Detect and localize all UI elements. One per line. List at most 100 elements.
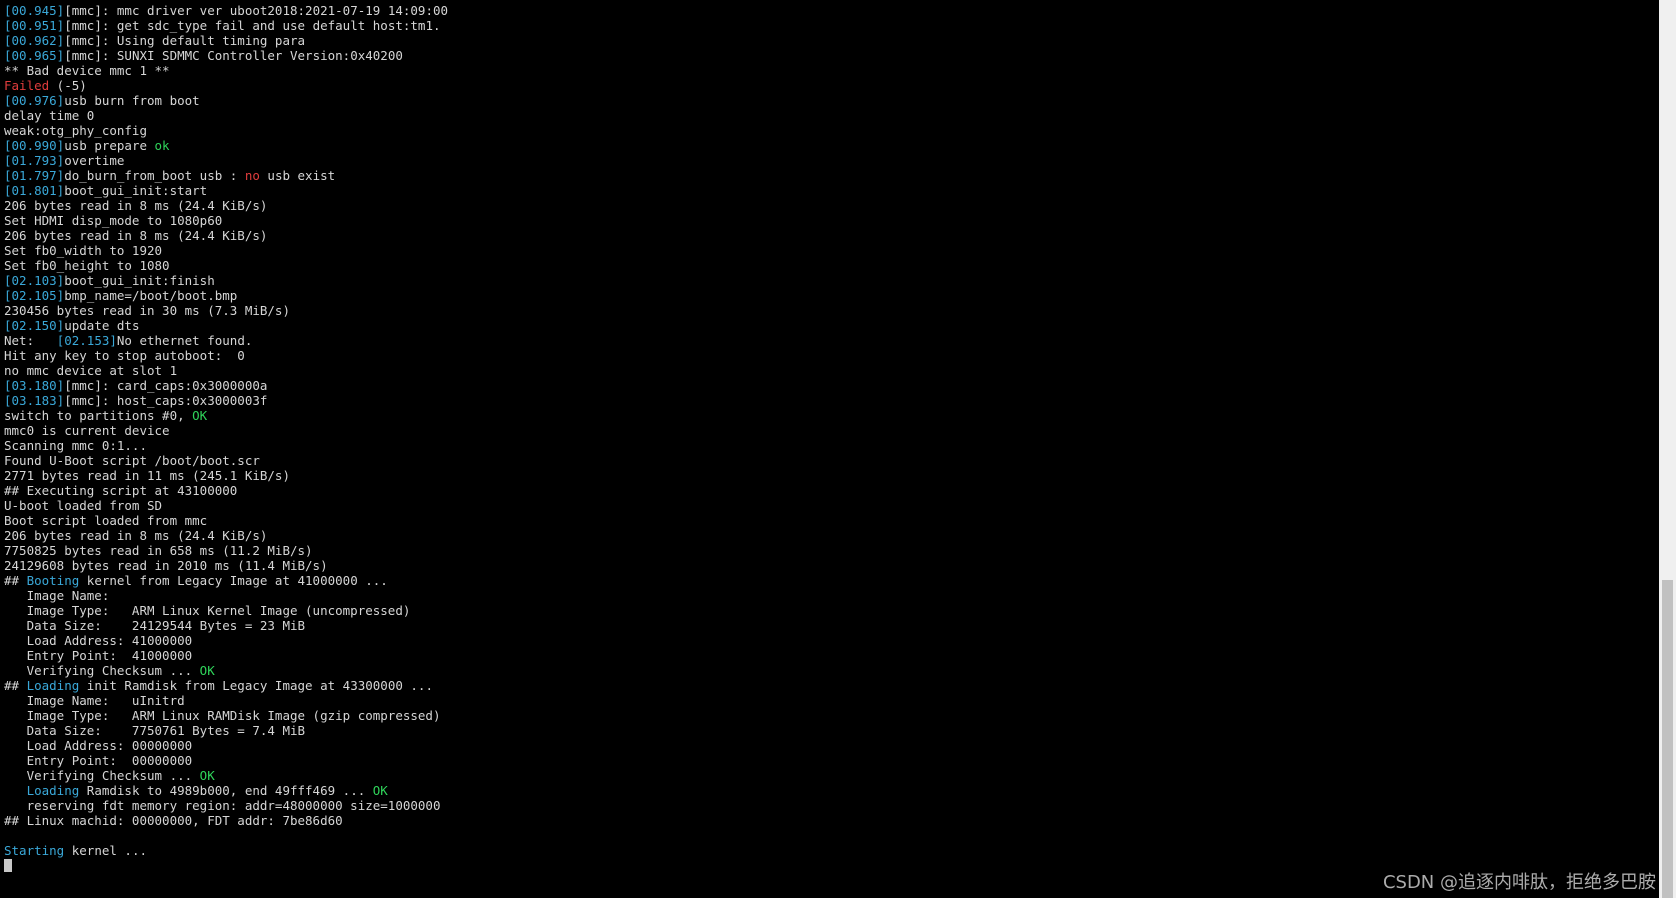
line-text: Verifying Checksum ... xyxy=(4,768,200,783)
line-text: usb exist xyxy=(259,168,336,183)
terminal-line: ** Bad device mmc 1 ** xyxy=(4,63,1628,78)
line-text: usb burn from boot xyxy=(64,93,200,108)
line-text: [mmc]: Using default timing para xyxy=(64,33,306,48)
line-text: no mmc device at slot 1 xyxy=(4,363,178,378)
line-text: Verifying Checksum ... xyxy=(4,663,200,678)
line-text: OK xyxy=(199,768,215,783)
line-text: delay time 0 xyxy=(4,108,95,123)
vertical-scrollbar[interactable] xyxy=(1659,0,1676,898)
line-text: Failed xyxy=(4,78,50,93)
timestamp: [03.180] xyxy=(4,378,65,393)
line-text: mmc0 is current device xyxy=(4,423,170,438)
terminal-line: [00.965][mmc]: SUNXI SDMMC Controller Ve… xyxy=(4,48,1628,63)
terminal-line: 2771 bytes read in 11 ms (245.1 KiB/s) xyxy=(4,468,1628,483)
line-text: Set fb0_width to 1920 xyxy=(4,243,163,258)
terminal-line: Verifying Checksum ... OK xyxy=(4,768,1628,783)
terminal-line: Boot script loaded from mmc xyxy=(4,513,1628,528)
terminal-line: [01.801]boot_gui_init:start xyxy=(4,183,1628,198)
terminal-line: Loading Ramdisk to 4989b000, end 49fff46… xyxy=(4,783,1628,798)
line-text: Data Size: 24129544 Bytes = 23 MiB xyxy=(4,618,306,633)
line-text: Loading xyxy=(26,678,80,693)
terminal-line: reserving fdt memory region: addr=480000… xyxy=(4,798,1628,813)
terminal-line: no mmc device at slot 1 xyxy=(4,363,1628,378)
terminal-line: [01.793]overtime xyxy=(4,153,1628,168)
line-text: ok xyxy=(154,138,170,153)
line-text: ** Bad device mmc 1 ** xyxy=(4,63,170,78)
terminal-line: U-boot loaded from SD xyxy=(4,498,1628,513)
line-text: Image Type: ARM Linux Kernel Image (unco… xyxy=(4,603,411,618)
terminal-line: [00.945][mmc]: mmc driver ver uboot2018:… xyxy=(4,3,1628,18)
line-text: OK xyxy=(372,783,388,798)
timestamp: [00.951] xyxy=(4,18,65,33)
terminal-line: Found U-Boot script /boot/boot.scr xyxy=(4,453,1628,468)
scrollbar-thumb[interactable] xyxy=(1662,580,1673,898)
line-text: usb prepare xyxy=(64,138,155,153)
line-text: update dts xyxy=(64,318,140,333)
line-text: 24129608 bytes read in 2010 ms (11.4 MiB… xyxy=(4,558,328,573)
terminal-line: [02.150]update dts xyxy=(4,318,1628,333)
terminal-line: Set fb0_height to 1080 xyxy=(4,258,1628,273)
timestamp: [00.962] xyxy=(4,33,65,48)
terminal-output[interactable]: [00.945][mmc]: mmc driver ver uboot2018:… xyxy=(0,0,1628,898)
terminal-line: [00.962][mmc]: Using default timing para xyxy=(4,33,1628,48)
terminal-line: 24129608 bytes read in 2010 ms (11.4 MiB… xyxy=(4,558,1628,573)
line-text: [mmc]: host_caps:0x3000003f xyxy=(64,393,268,408)
terminal-line: Entry Point: 41000000 xyxy=(4,648,1628,663)
line-text: Ramdisk to 4989b000, end 49fff469 ... xyxy=(79,783,373,798)
line-text: Found U-Boot script /boot/boot.scr xyxy=(4,453,260,468)
line-text: Scanning mmc 0:1... xyxy=(4,438,147,453)
terminal-line: Set HDMI disp_mode to 1080p60 xyxy=(4,213,1628,228)
timestamp: [00.976] xyxy=(4,93,65,108)
timestamp: [01.797] xyxy=(4,168,65,183)
line-text: 230456 bytes read in 30 ms (7.3 MiB/s) xyxy=(4,303,290,318)
line-text: 206 bytes read in 8 ms (24.4 KiB/s) xyxy=(4,198,268,213)
terminal-line: Verifying Checksum ... OK xyxy=(4,663,1628,678)
terminal-line: Image Type: ARM Linux Kernel Image (unco… xyxy=(4,603,1628,618)
line-text: Entry Point: 41000000 xyxy=(4,648,193,663)
terminal-line: Image Type: ARM Linux RAMDisk Image (gzi… xyxy=(4,708,1628,723)
line-text: Hit any key to stop autoboot: 0 xyxy=(4,348,245,363)
terminal-line: mmc0 is current device xyxy=(4,423,1628,438)
terminal-line: Hit any key to stop autoboot: 0 xyxy=(4,348,1628,363)
line-text: ## Linux machid: 00000000, FDT addr: 7be… xyxy=(4,813,343,828)
line-text: 206 bytes read in 8 ms (24.4 KiB/s) xyxy=(4,228,268,243)
line-text: kernel from Legacy Image at 41000000 ... xyxy=(79,573,388,588)
line-text: Image Type: ARM Linux RAMDisk Image (gzi… xyxy=(4,708,441,723)
line-text: OK xyxy=(199,663,215,678)
line-text: OK xyxy=(192,408,208,423)
line-text: weak:otg_phy_config xyxy=(4,123,147,138)
terminal-line: ## Loading init Ramdisk from Legacy Imag… xyxy=(4,678,1628,693)
line-text: Image Name: uInitrd xyxy=(4,693,185,708)
line-text: Boot script loaded from mmc xyxy=(4,513,208,528)
line-text: [mmc]: card_caps:0x3000000a xyxy=(64,378,268,393)
line-text: (-5) xyxy=(49,78,87,93)
line-text: Net: xyxy=(4,333,57,348)
terminal-line: Set fb0_width to 1920 xyxy=(4,243,1628,258)
line-text: U-boot loaded from SD xyxy=(4,498,163,513)
timestamp: [01.793] xyxy=(4,153,65,168)
line-text: overtime xyxy=(64,153,125,168)
terminal-line: [00.976]usb burn from boot xyxy=(4,93,1628,108)
terminal-line: Image Name: uInitrd xyxy=(4,693,1628,708)
timestamp: [02.103] xyxy=(4,273,65,288)
line-text: [mmc]: mmc driver ver uboot2018:2021-07-… xyxy=(64,3,449,18)
line-text: ## xyxy=(4,573,27,588)
timestamp: [00.965] xyxy=(4,48,65,63)
line-text: Load Address: 00000000 xyxy=(4,738,193,753)
line-text: [mmc]: SUNXI SDMMC Controller Version:0x… xyxy=(64,48,403,63)
line-text: kernel ... xyxy=(64,843,148,858)
terminal-line: [01.797]do_burn_from_boot usb : no usb e… xyxy=(4,168,1628,183)
line-text: reserving fdt memory region: addr=480000… xyxy=(4,798,441,813)
text-cursor xyxy=(4,859,12,872)
terminal-line: ## Executing script at 43100000 xyxy=(4,483,1628,498)
line-text: switch to partitions #0, xyxy=(4,408,193,423)
terminal-line: 7750825 bytes read in 658 ms (11.2 MiB/s… xyxy=(4,543,1628,558)
line-text: bmp_name=/boot/boot.bmp xyxy=(64,288,238,303)
line-text: boot_gui_init:start xyxy=(64,183,208,198)
terminal-line: [02.103]boot_gui_init:finish xyxy=(4,273,1628,288)
timestamp: [03.183] xyxy=(4,393,65,408)
line-text: No ethernet found. xyxy=(116,333,253,348)
terminal-line: Entry Point: 00000000 xyxy=(4,753,1628,768)
line-text: Data Size: 7750761 Bytes = 7.4 MiB xyxy=(4,723,306,738)
